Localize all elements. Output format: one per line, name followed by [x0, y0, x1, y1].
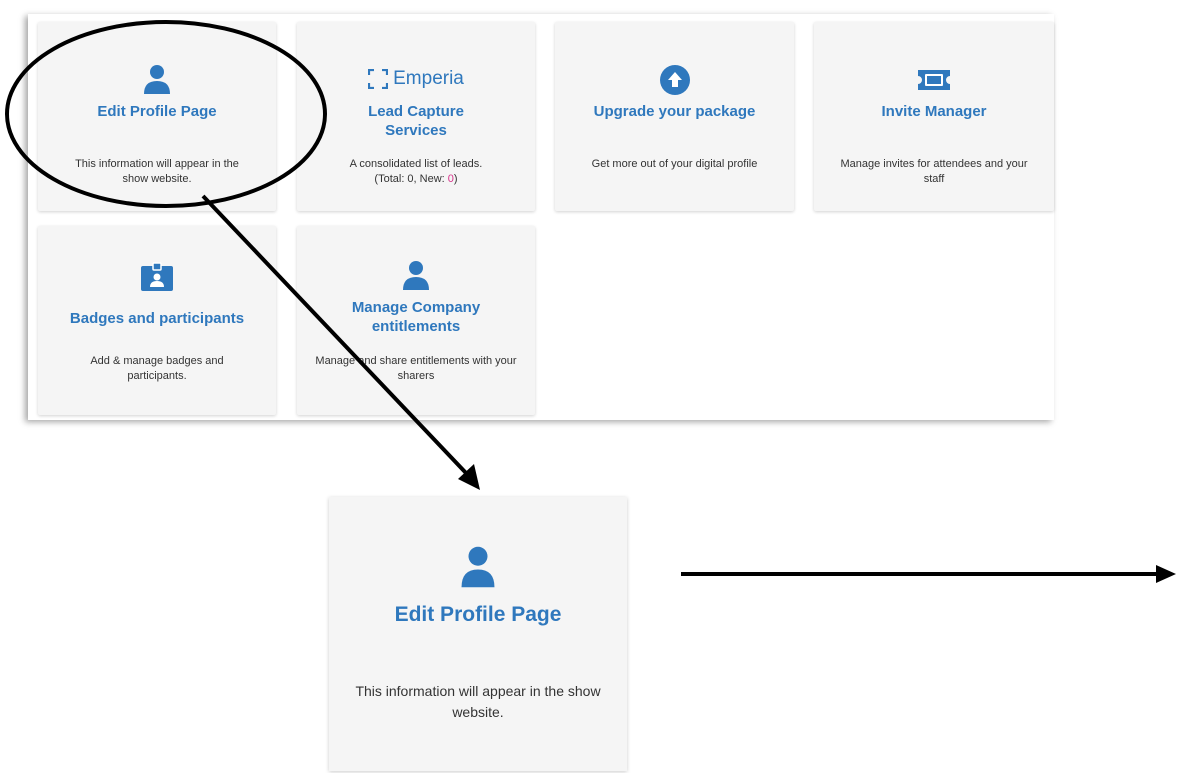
pointer-arrow-head [458, 464, 480, 490]
card-description: Get more out of your digital profile [591, 158, 758, 170]
lead-counts-text: (Total: 0, New: [374, 173, 448, 185]
dashboard-screenshot: Edit Profile Page This information will … [28, 14, 1054, 420]
card-title: Badges and participants [69, 310, 245, 327]
edit-profile-card-zoomed[interactable]: Edit Profile Page This information will … [329, 497, 627, 771]
card-title: Invite Manager [881, 103, 987, 120]
user-icon [144, 65, 170, 94]
upgrade-package-card[interactable]: Upgrade your package Get more out of you… [555, 22, 794, 211]
lead-capture-card[interactable]: Emperia Lead Capture Services A consolid… [297, 22, 535, 211]
edit-profile-card[interactable]: Edit Profile Page This information will … [38, 22, 276, 211]
lead-counts-end: ) [453, 173, 458, 185]
ticket-icon [918, 70, 950, 90]
zoom-card-title: Edit Profile Page [394, 603, 562, 626]
user-icon [461, 546, 495, 588]
lead-counts: (Total: 0, New: 0) [307, 172, 525, 187]
card-description: Manage and share entitlements with your … [315, 355, 517, 382]
card-description: This information will appear in the show… [75, 158, 239, 185]
card-title: Edit Profile Page [97, 103, 217, 120]
id-badge-icon [141, 262, 173, 291]
right-arrow-head [1156, 565, 1176, 583]
company-entitlements-card[interactable]: Manage Company entitlements Manage and s… [297, 226, 535, 415]
invite-manager-card[interactable]: Invite Manager Manage invites for attend… [814, 22, 1054, 211]
card-description: Manage invites for attendees and your st… [840, 158, 1028, 185]
zoom-card-description: This information will appear in the show… [355, 683, 601, 720]
lead-desc-line: A consolidated list of leads. [349, 158, 483, 170]
user-icon [403, 261, 429, 290]
badges-participants-card[interactable]: Badges and participants Add & manage bad… [38, 226, 276, 415]
emperia-logo: Emperia [368, 68, 464, 90]
emperia-logo-icon [368, 69, 389, 89]
card-description: A consolidated list of leads. (Total: 0,… [307, 157, 525, 187]
card-title: Upgrade your package [593, 103, 756, 120]
card-title: Manage Company entitlements [351, 299, 481, 335]
card-title: Lead Capture Services [368, 103, 464, 139]
upload-circle-icon [659, 65, 690, 95]
emperia-brand-text: Emperia [393, 68, 464, 89]
card-description: Add & manage badges and participants. [90, 355, 224, 382]
